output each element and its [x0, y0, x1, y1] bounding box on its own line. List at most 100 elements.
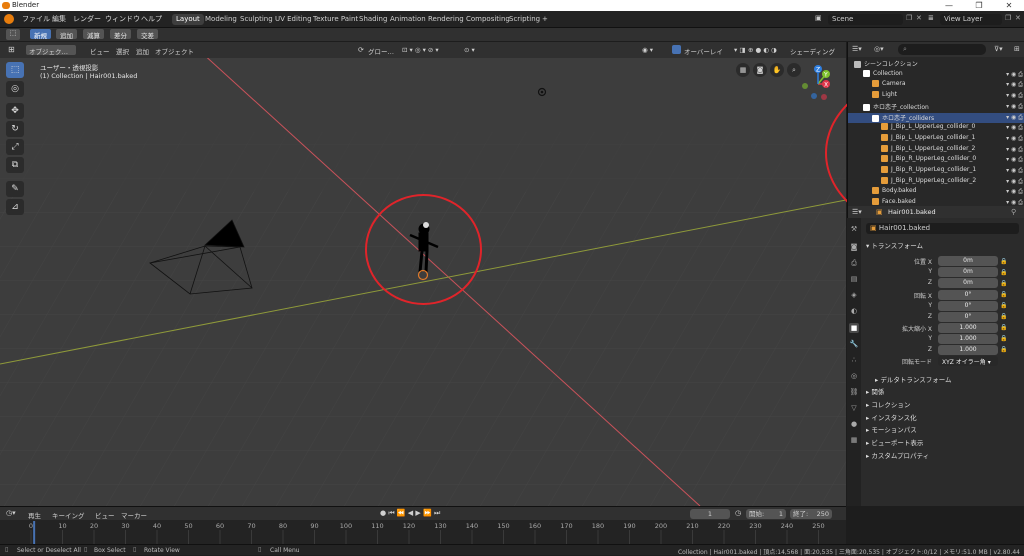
visibility-toggle-icons[interactable]: ▾ ◉ ⎙ [1006, 92, 1023, 100]
shading-mode-icons[interactable]: ⊕ ● ◐ ◑ [748, 46, 777, 54]
scene-field[interactable]: Scene [828, 14, 903, 25]
rotation-y-field[interactable]: 0° [938, 301, 998, 311]
annotate-tool[interactable]: ✎ [6, 181, 24, 197]
shading-dropdown[interactable]: シェーディング [790, 46, 835, 56]
location-x-field[interactable]: 0m [938, 256, 998, 266]
motion-paths-section[interactable]: ▸ モーションパス [866, 424, 917, 434]
outliner-row[interactable]: J_Bip_R_UpperLeg_collider_1 ▾ ◉ ⎙ [848, 166, 1024, 177]
visibility-toggle-icons[interactable]: ▾ ◉ ⎙ [1006, 146, 1023, 154]
delta-transform-section[interactable]: ▸ デルタトランスフォーム [875, 374, 952, 384]
timeline-menu-keying[interactable]: キーイング [52, 510, 85, 520]
outliner-search-input[interactable]: ⌕ [898, 44, 986, 55]
outliner-editor-icon[interactable]: ☰▾ [852, 45, 862, 53]
visibility-toggle-icons[interactable]: ▾ ◉ ⎙ [1006, 124, 1023, 132]
overlay-dropdown[interactable]: オーバーレイ [684, 46, 723, 56]
snap-icon[interactable]: ⊡ ▾ ◎ ▾ ⊘ ▾ [402, 46, 439, 54]
scale-tool[interactable]: ⤢ [6, 139, 24, 155]
outliner-row[interactable]: Collection ▾ ◉ ⎙ [848, 69, 1024, 81]
output-tab-icon[interactable]: ⎙ [849, 258, 859, 268]
outliner-row[interactable]: J_Bip_L_UpperLeg_collider_1 ▾ ◉ ⎙ [848, 133, 1024, 145]
data-tab-icon[interactable]: ▽ [849, 403, 859, 413]
render-tab-icon[interactable]: ◙ [849, 242, 859, 252]
outliner-display-mode-icon[interactable]: ◎▾ [874, 45, 884, 53]
visibility-toggle-icons[interactable]: ▾ ◉ ⎙ [1006, 81, 1023, 89]
viewport-menu-view[interactable]: ビュー [90, 46, 110, 56]
menu-edit[interactable]: 編集 [52, 14, 66, 24]
mode-new[interactable]: 新規 [30, 29, 51, 40]
outliner-row[interactable]: Camera ▾ ◉ ⎙ [848, 80, 1024, 91]
visibility-toggle-icons[interactable]: ▾ ◉ ⎙ [1006, 156, 1023, 164]
maximize-button[interactable]: ❐ [964, 0, 994, 11]
object-tab-icon[interactable]: ■ [849, 323, 859, 333]
relations-section[interactable]: ▸ 関係 [866, 386, 884, 396]
start-frame-field[interactable]: 開始: 1 [746, 509, 786, 519]
outliner-row[interactable]: シーンコレクション [848, 59, 1024, 70]
measure-tool[interactable]: ⊿ [6, 199, 24, 215]
visibility-toggle-icons[interactable]: ▾ ◉ ⎙ [1006, 103, 1023, 111]
rotation-z-field[interactable]: 0° [938, 312, 998, 322]
outliner-row[interactable]: ホロ恋子_collection ▾ ◉ ⎙ [848, 102, 1024, 113]
outliner-row[interactable]: J_Bip_R_UpperLeg_collider_0 ▾ ◉ ⎙ [848, 155, 1024, 166]
menu-help[interactable]: ヘルプ [141, 14, 162, 24]
world-tab-icon[interactable]: ◐ [849, 306, 859, 316]
overlay-toggle-icon[interactable] [672, 45, 681, 54]
transform-section-header[interactable]: ▾ トランスフォーム [866, 240, 923, 250]
pin-icon[interactable]: ⚲ [1011, 208, 1016, 216]
scene-tab-icon[interactable]: ◈ [849, 290, 859, 300]
new-collection-icon[interactable]: ⊞ [1014, 45, 1020, 53]
tab-modeling[interactable]: Modeling [201, 14, 241, 25]
close-button[interactable]: ✕ [994, 0, 1024, 11]
mode-difference[interactable]: 差分 [110, 29, 131, 40]
filter-icon[interactable]: ⊽▾ [994, 45, 1003, 53]
viewport-menu-select[interactable]: 選択 [116, 46, 129, 56]
timeline-menu-view[interactable]: ビュー [95, 510, 115, 520]
constraints-tab-icon[interactable]: ⛓ [849, 387, 859, 397]
location-y-field[interactable]: 0m [938, 267, 998, 277]
mode-intersect[interactable]: 交差 [137, 29, 158, 40]
scale-y-field[interactable]: 1.000 [938, 334, 998, 344]
tab-layout[interactable]: Layout [172, 14, 204, 25]
menu-file[interactable]: ファイル [22, 14, 50, 24]
object-mode-dropdown[interactable]: オブジェク… [26, 45, 76, 56]
modifier-tab-icon[interactable]: 🔧 [849, 339, 859, 349]
viewport-menu-add[interactable]: 追加 [136, 46, 149, 56]
transform-orientation-icon[interactable]: ⟳ [358, 46, 364, 54]
viewport-menu-object[interactable]: オブジェクト [155, 46, 194, 56]
outliner-row[interactable]: J_Bip_R_UpperLeg_collider_2 ▾ ◉ ⎙ [848, 176, 1024, 188]
minimize-button[interactable]: — [934, 0, 964, 11]
transform-tool[interactable]: ⧉ [6, 157, 24, 173]
view-layer-remove-icon[interactable]: ✕ [1015, 14, 1021, 22]
menu-window[interactable]: ウィンドウ [105, 14, 140, 24]
visibility-toggle-icons[interactable]: ▾ ◉ ⎙ [1006, 71, 1023, 79]
view-layer-field[interactable]: View Layer [940, 14, 1002, 25]
end-frame-field[interactable]: 終了: 250 [790, 509, 832, 519]
rotate-tool[interactable]: ↻ [6, 121, 24, 137]
view-layer-tab-icon[interactable]: ▤ [849, 274, 859, 284]
timer-icon[interactable]: ◷ [735, 509, 741, 517]
location-z-field[interactable]: 0m [938, 278, 998, 288]
visibility-toggle-icons[interactable]: ▾ ◉ ⎙ [1006, 188, 1023, 196]
timeline-menu-marker[interactable]: マーカー [121, 510, 147, 520]
current-frame-field[interactable]: 1 [690, 509, 730, 519]
menu-render[interactable]: レンダー [73, 14, 101, 24]
navigation-gizmo[interactable]: Z Y X [796, 62, 840, 106]
mode-subtract[interactable]: 減算 [83, 29, 104, 40]
blender-menu-icon[interactable] [4, 14, 14, 24]
pan-view-icon[interactable]: ✋ [770, 63, 784, 77]
timeline-menu-playback[interactable]: 再生 [28, 510, 41, 520]
scene-browse-icon[interactable]: ❐ [906, 14, 912, 22]
scale-x-field[interactable]: 1.000 [938, 323, 998, 333]
custom-properties-section[interactable]: ▸ カスタムプロパティ [866, 450, 929, 460]
move-tool[interactable]: ✥ [6, 103, 24, 119]
cursor-tool[interactable]: ◎ [6, 81, 24, 97]
camera-icon[interactable]: ◙ [753, 63, 767, 77]
outliner-row[interactable]: Light ▾ ◉ ⎙ [848, 91, 1024, 102]
proportional-edit-icon[interactable]: ⊙ ▾ [464, 46, 475, 54]
xray-icon[interactable]: ▾ ◨ [734, 46, 745, 54]
texture-tab-icon[interactable]: ▦ [849, 435, 859, 445]
outliner-row[interactable]: Body.baked ▾ ◉ ⎙ [848, 187, 1024, 198]
timeline-ruler[interactable]: 0 10 20 30 40 50 60 70 80 90 100 110 120 130 140 150 160… [0, 521, 846, 544]
transform-orientation-dropdown[interactable]: グロー… [368, 46, 394, 56]
rotation-mode-dropdown[interactable]: XYZ オイラー角 ▾ [938, 356, 998, 366]
properties-editor-icon[interactable]: ☰▾ [852, 208, 862, 216]
